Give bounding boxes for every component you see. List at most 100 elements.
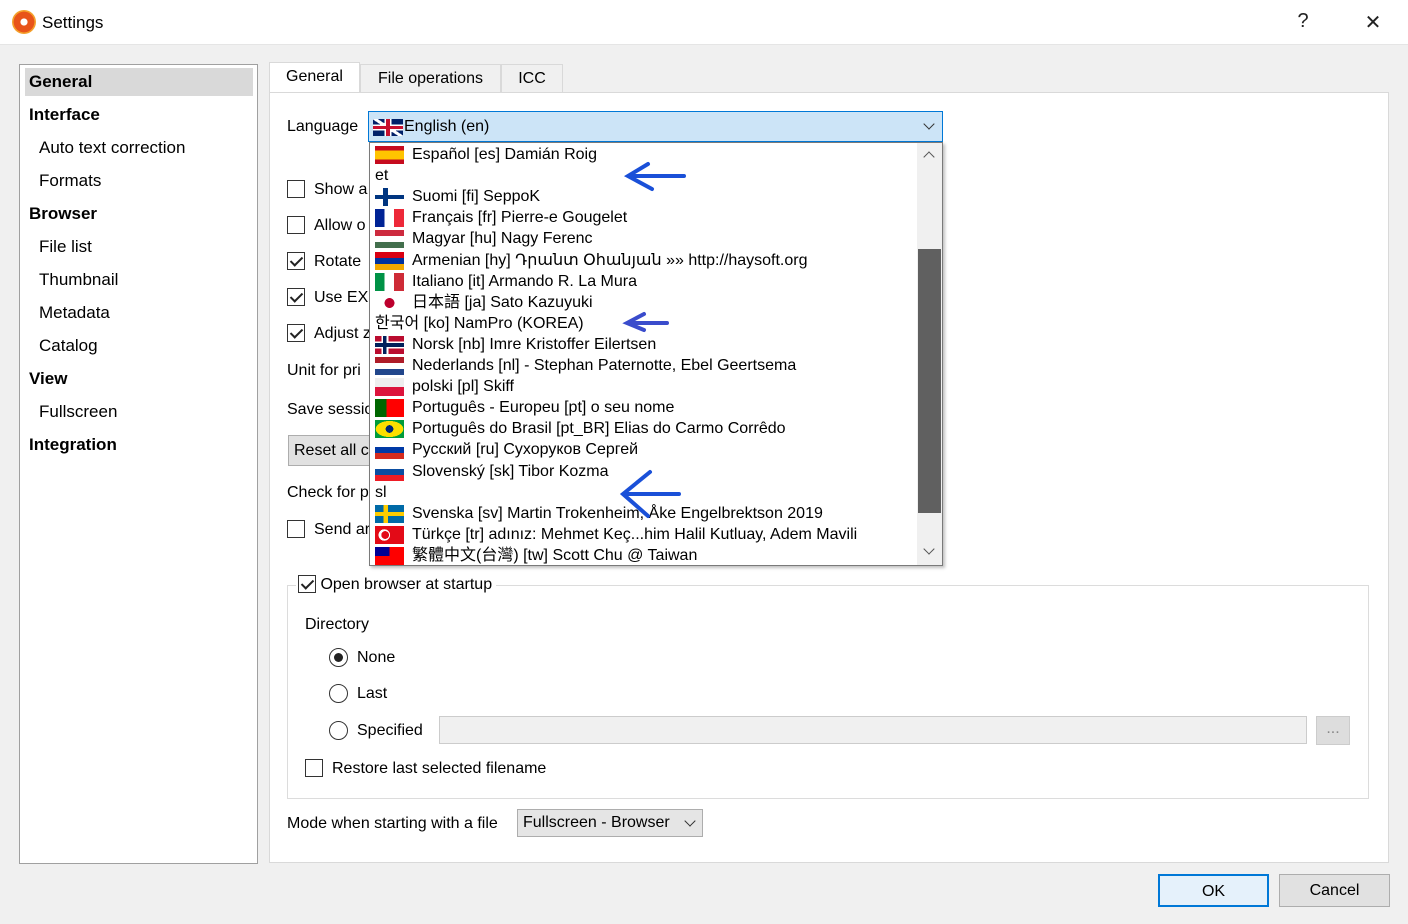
language-option-label: polski [pl] Skiff (412, 378, 514, 396)
fi-flag-icon (375, 188, 404, 207)
br-flag-icon (375, 420, 404, 439)
language-option-label: Italiano [it] Armando R. La Mura (412, 272, 637, 290)
language-option-label: Magyar [hu] Nagy Ferenc (412, 230, 593, 248)
tab-file-operations[interactable]: File operations (360, 64, 501, 93)
language-option[interactable]: Español [es] Damián Roig (370, 144, 917, 165)
language-option[interactable]: Português do Brasil [pt_BR] Elias do Car… (370, 418, 917, 439)
option-checkbox[interactable] (287, 216, 305, 234)
browse-button[interactable]: ... (1316, 716, 1350, 745)
title-bar: Settings ? ✕ (0, 0, 1408, 45)
language-option-label: Svenska [sv] Martin Trokenheim, Åke Enge… (412, 504, 823, 522)
sidebar-item-auto-text-correction[interactable]: Auto text correction (39, 134, 185, 162)
language-option[interactable]: Suomi [fi] SeppoK (370, 186, 917, 207)
tab-general[interactable]: General (269, 62, 360, 92)
language-option[interactable]: sl (370, 482, 917, 503)
radio-last[interactable] (329, 684, 348, 703)
language-option-label: Español [es] Damián Roig (412, 146, 597, 163)
sidebar-item-catalog[interactable]: Catalog (39, 332, 98, 360)
language-option-label: Português do Brasil [pt_BR] Elias do Car… (412, 420, 786, 438)
language-option[interactable]: 한국어 [ko] NamPro (KOREA) (370, 313, 917, 334)
language-option[interactable]: Armenian [hy] Դրանտ Օհանյան »» http://ha… (370, 250, 917, 271)
sidebar-item-interface[interactable]: Interface (29, 101, 100, 129)
cancel-button[interactable]: Cancel (1279, 874, 1390, 907)
specified-directory-input[interactable] (439, 716, 1307, 744)
option-checkbox[interactable] (287, 324, 305, 342)
language-option[interactable]: 日本語 [ja] Sato Kazuyuki (370, 292, 917, 313)
pl-flag-icon (375, 378, 404, 397)
radio-none-label: None (357, 649, 396, 666)
option-checkbox[interactable] (287, 252, 305, 270)
scroll-up-icon[interactable] (923, 151, 935, 163)
scrollbar-thumb[interactable] (918, 249, 941, 513)
mode-label: Mode when starting with a file (287, 815, 498, 832)
language-option[interactable]: Türkçe [tr] adınız: Mehmet Keç...him Hal… (370, 524, 917, 545)
language-option[interactable]: Norsk [nb] Imre Kristoffer Eilertsen (370, 334, 917, 355)
sidebar-item-integration[interactable]: Integration (29, 431, 117, 459)
language-option[interactable]: Русский [ru] Сухоруков Сергей (370, 439, 917, 460)
it-flag-icon (375, 272, 404, 291)
window-title: Settings (42, 13, 104, 32)
nb-flag-icon (375, 335, 404, 354)
option-checkbox[interactable] (287, 288, 305, 306)
send-label: Send ar (314, 521, 371, 538)
language-option[interactable]: Português - Europeu [pt] o seu nome (370, 397, 917, 418)
language-option-label: Armenian [hy] Դրանտ Օհանյան »» http://ha… (412, 251, 808, 269)
language-option[interactable]: Svenska [sv] Martin Trokenheim, Åke Enge… (370, 503, 917, 524)
restore-filename-checkbox[interactable] (305, 759, 323, 777)
language-option-label: Русский [ru] Сухоруков Сергей (412, 441, 639, 459)
check-for-label: Check for p (287, 484, 369, 501)
sidebar-item-thumbnail[interactable]: Thumbnail (39, 266, 118, 294)
sidebar-item-formats[interactable]: Formats (39, 167, 101, 195)
language-option-label: Nederlands [nl] - Stephan Paternotte, Eb… (412, 357, 797, 374)
language-option-label: 繁體中文(台灣) [tw] Scott Chu @ Taiwan (412, 546, 698, 564)
language-option[interactable]: Français [fr] Pierre-e Gougelet (370, 207, 917, 228)
hu-flag-icon (375, 230, 404, 249)
sk-flag-icon (375, 462, 404, 481)
language-option[interactable]: polski [pl] Skiff (370, 376, 917, 397)
language-select[interactable]: English (en) (368, 111, 943, 142)
tab-icc[interactable]: ICC (501, 64, 563, 93)
unit-label: Unit for pri (287, 362, 361, 379)
sidebar-item-general[interactable]: General (25, 68, 253, 96)
sidebar-item-view[interactable]: View (29, 365, 67, 393)
sv-flag-icon (375, 504, 404, 523)
language-option[interactable]: 繁體中文(台灣) [tw] Scott Chu @ Taiwan (370, 545, 917, 566)
reset-all-button[interactable]: Reset all c (288, 435, 378, 466)
language-option[interactable]: Nederlands [nl] - Stephan Paternotte, Eb… (370, 355, 917, 376)
option-checkbox[interactable] (287, 180, 305, 198)
help-button[interactable]: ? (1288, 10, 1318, 33)
language-option[interactable]: Magyar [hu] Nagy Ferenc (370, 228, 917, 249)
language-option[interactable]: Slovenský [sk] Tibor Kozma (370, 461, 917, 482)
sidebar-item-fullscreen[interactable]: Fullscreen (39, 398, 117, 426)
language-label: Language (287, 118, 359, 135)
sidebar-item-file-list[interactable]: File list (39, 233, 92, 261)
option-label: Use EXI (314, 289, 373, 306)
language-option-label: Norsk [nb] Imre Kristoffer Eilertsen (412, 335, 657, 353)
fr-flag-icon (375, 209, 404, 228)
chevron-down-icon (923, 118, 935, 130)
sidebar-item-browser[interactable]: Browser (29, 200, 97, 228)
settings-category-tree: General Interface Auto text correction Form… (19, 64, 258, 864)
mode-select[interactable]: Fullscreen - Browser (517, 809, 703, 837)
language-option-label: Português - Europeu [pt] o seu nome (412, 399, 675, 417)
close-button[interactable]: ✕ (1358, 10, 1388, 35)
language-option-label: Türkçe [tr] adınız: Mehmet Keç...him Hal… (412, 525, 858, 543)
language-option[interactable]: et (370, 165, 917, 186)
language-option[interactable]: Italiano [it] Armando R. La Mura (370, 271, 917, 292)
scroll-down-icon[interactable] (923, 543, 935, 555)
open-browser-checkbox[interactable] (298, 575, 316, 593)
radio-specified[interactable] (329, 721, 348, 740)
nl-flag-icon (375, 357, 404, 375)
language-option-label: Suomi [fi] SeppoK (412, 188, 541, 206)
language-option-label: Slovenský [sk] Tibor Kozma (412, 462, 609, 480)
option-label: Allow o (314, 217, 366, 234)
ok-button[interactable]: OK (1158, 874, 1269, 907)
language-option-label: Français [fr] Pierre-e Gougelet (412, 209, 628, 227)
radio-none[interactable] (329, 648, 348, 667)
language-option-label: et (375, 167, 389, 185)
radio-specified-label: Specified (357, 722, 423, 739)
send-checkbox[interactable] (287, 520, 305, 538)
save-session-label: Save sessio (287, 401, 374, 418)
sidebar-item-metadata[interactable]: Metadata (39, 299, 110, 327)
tw-flag-icon (375, 546, 404, 565)
